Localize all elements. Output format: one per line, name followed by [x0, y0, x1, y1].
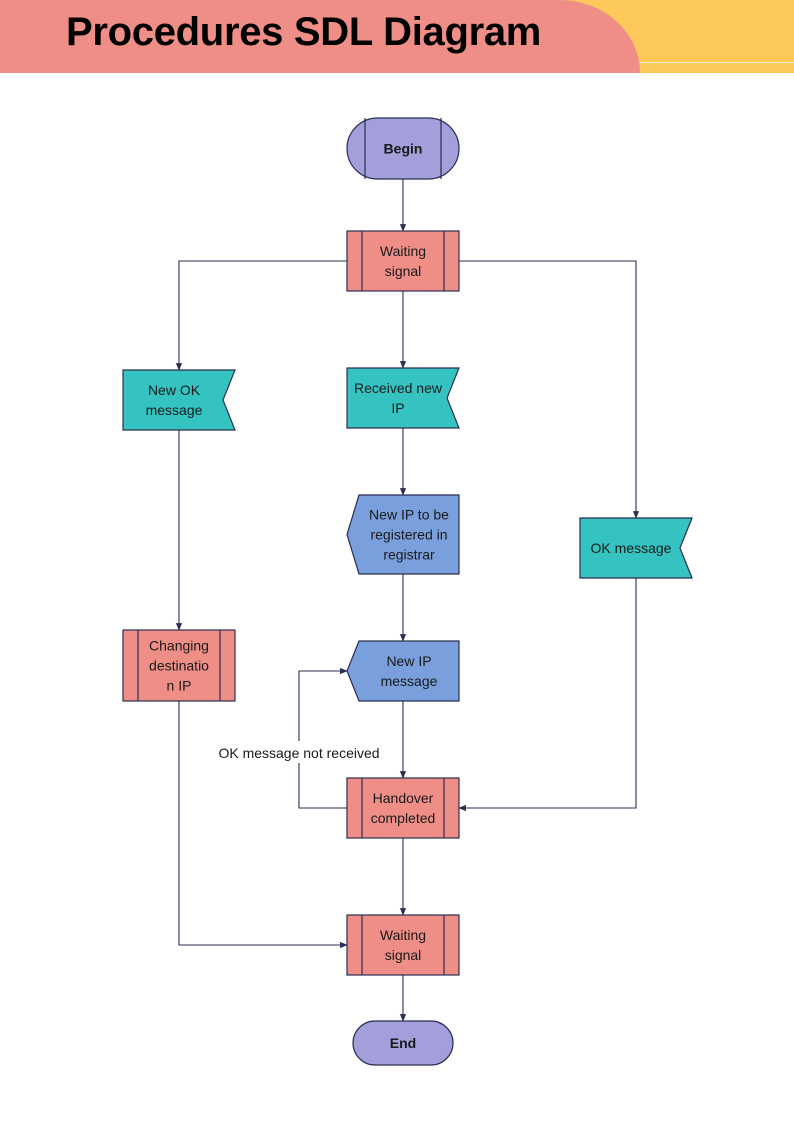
node-new-ip-registered: New IP to be registered in registrar [346, 494, 460, 575]
node-label: n IP [167, 678, 192, 694]
node-label: signal [385, 263, 422, 279]
node-waiting1: Waiting signal [346, 230, 460, 292]
edge-handover-completed-to-new-ip-message [298, 667, 348, 809]
node-label: Waiting [380, 927, 426, 943]
node-label: Changing [149, 638, 209, 654]
node-label: OK message [591, 540, 672, 556]
sdl-diagram: Begin Waiting signal New OK message Received … [122, 117, 693, 1066]
edge-changing-destination-to-waiting2 [178, 701, 348, 949]
process-shape [346, 230, 460, 292]
node-label: completed [371, 810, 436, 826]
node-label: Begin [384, 141, 423, 157]
node-label: Handover [373, 790, 434, 806]
node-label: New IP to be [369, 507, 449, 523]
input-signal-shape [122, 369, 236, 431]
output-signal-shape [346, 640, 460, 702]
edge-waiting1-to-ok-message [459, 260, 640, 519]
node-label: destinatio [149, 658, 209, 674]
edges-layer [175, 179, 640, 1022]
node-label: registered in [370, 527, 447, 543]
node-label: End [390, 1035, 416, 1051]
node-label: New IP [386, 653, 431, 669]
input-signal-shape [346, 367, 460, 429]
node-handover-completed: Handover completed [346, 777, 460, 839]
edge-ok-message-to-handover-completed [458, 578, 637, 812]
edge-label: OK message not received [218, 745, 379, 761]
node-changing-destination: Changing destinatio n IP [122, 629, 236, 702]
edge-waiting1-to-new-ok-message [175, 260, 347, 371]
node-label: registrar [383, 547, 435, 563]
node-label: IP [391, 400, 404, 416]
node-ok-message: OK message [579, 517, 693, 579]
process-shape [346, 914, 460, 976]
node-label: message [381, 673, 438, 689]
node-end: End [352, 1020, 454, 1066]
node-received-new-ip: Received new IP [346, 367, 460, 429]
node-new-ip-message: New IP message [346, 640, 460, 702]
nodes-layer: Begin Waiting signal New OK message Received … [122, 117, 693, 1066]
process-shape [346, 777, 460, 839]
node-begin: Begin [346, 117, 460, 180]
node-label: New OK [148, 382, 201, 398]
node-label: Waiting [380, 243, 426, 259]
node-new-ok-message: New OK message [122, 369, 236, 431]
node-label: signal [385, 947, 422, 963]
node-label: Received new [354, 380, 443, 396]
edge-labels-layer: OK message not received [210, 741, 388, 763]
node-waiting2: Waiting signal [346, 914, 460, 976]
node-label: message [146, 402, 203, 418]
